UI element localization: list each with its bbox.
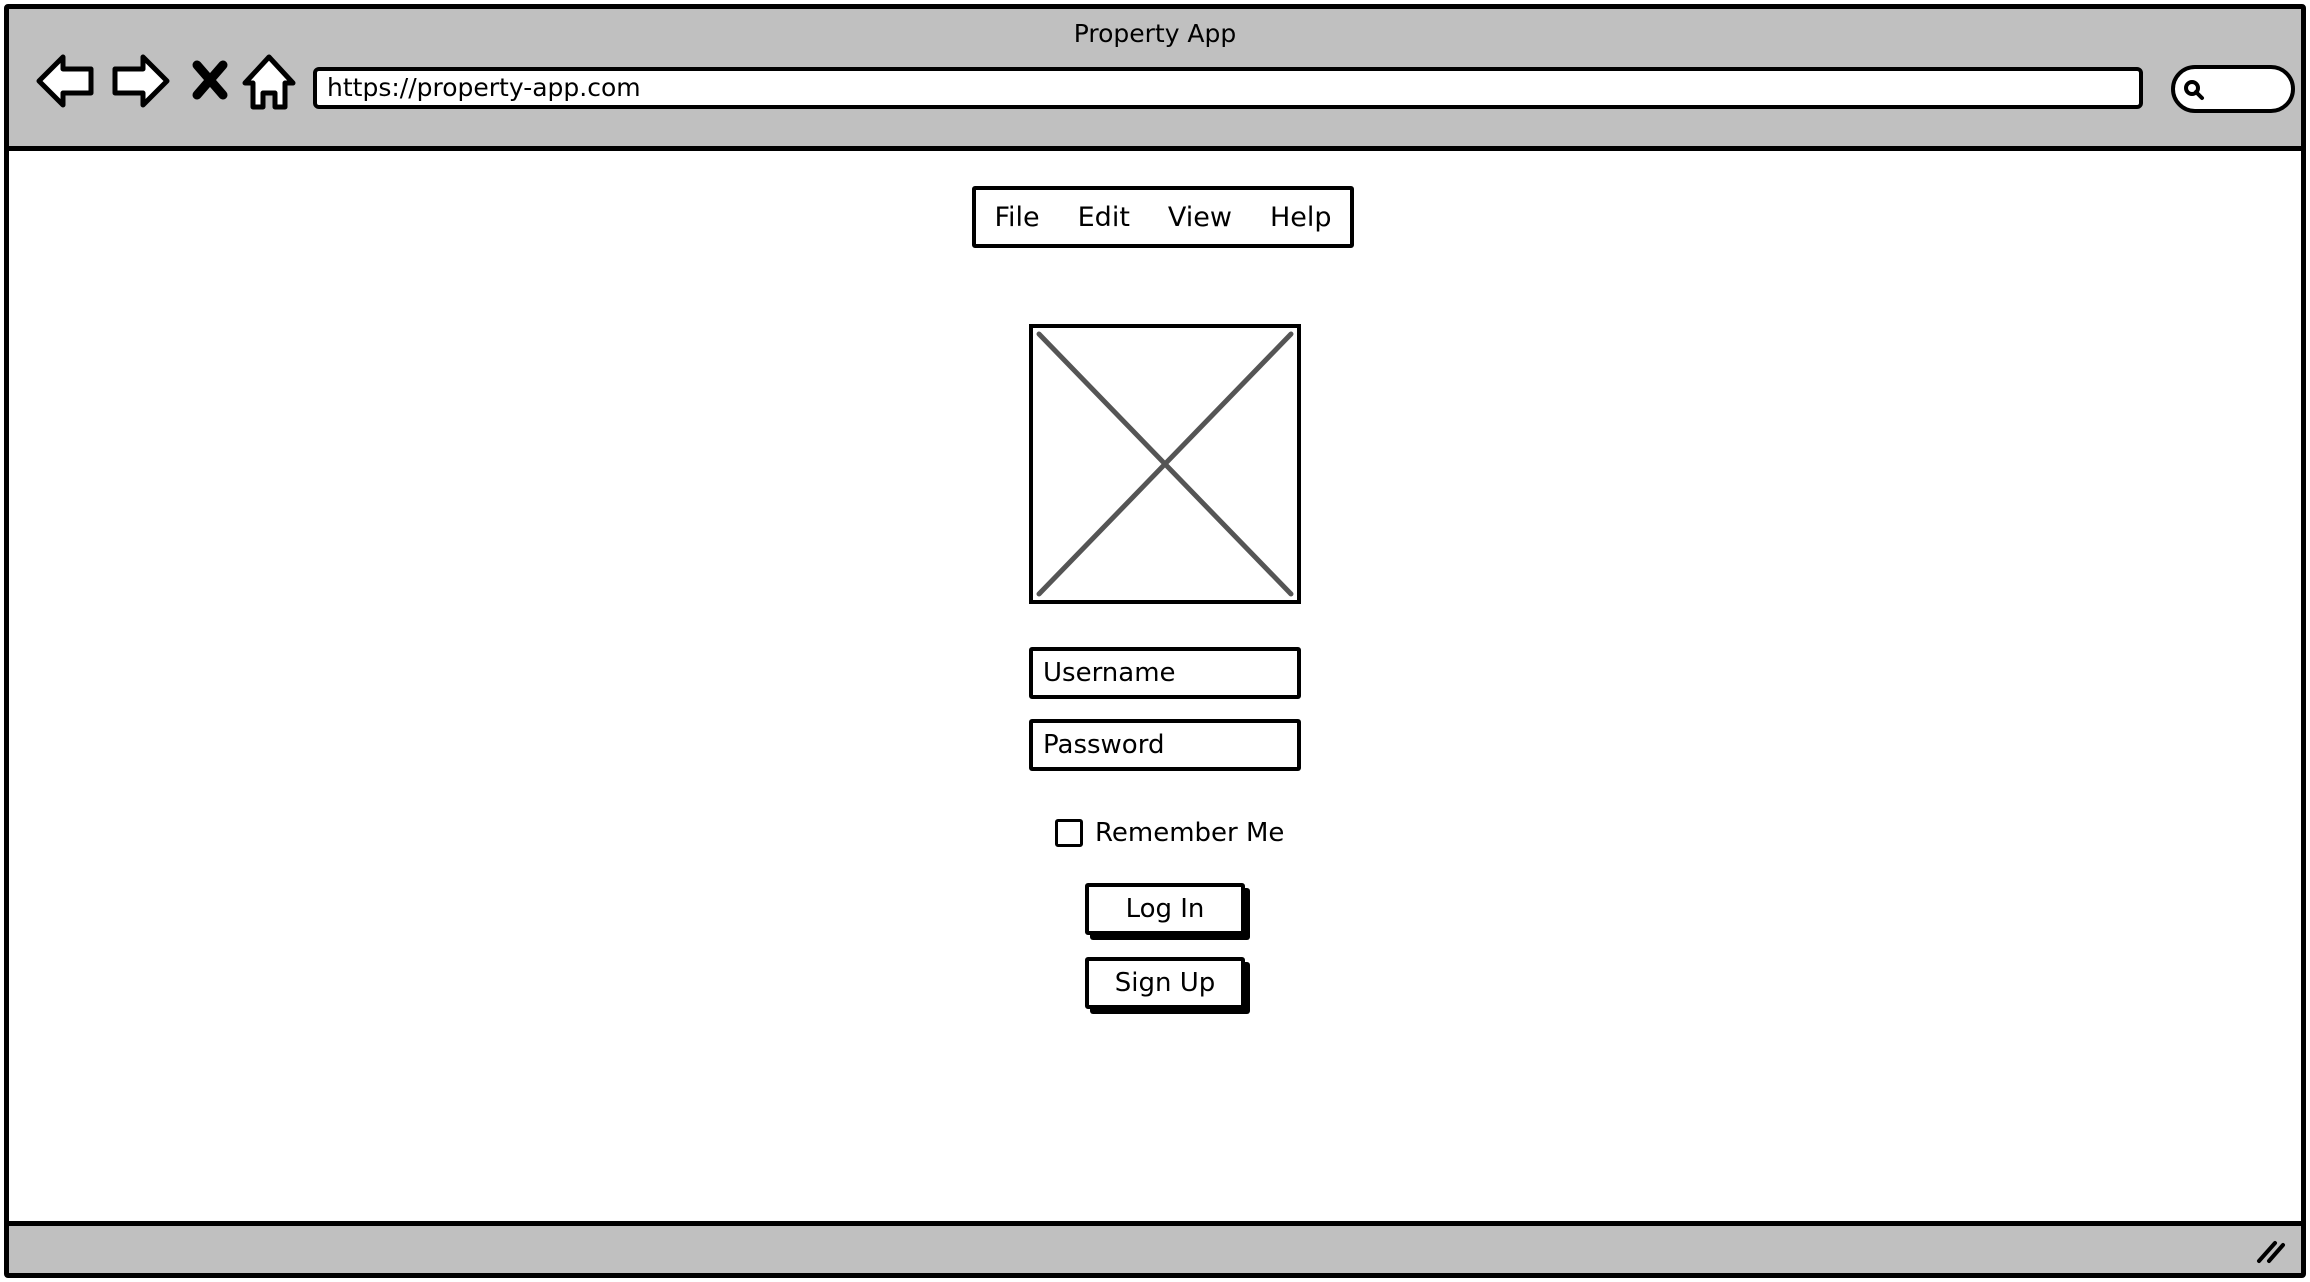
search-icon bbox=[2184, 80, 2204, 100]
menu-item-edit[interactable]: Edit bbox=[1078, 202, 1130, 233]
search-field[interactable] bbox=[2171, 65, 2295, 113]
login-button[interactable]: Log In bbox=[1085, 883, 1245, 935]
back-arrow-icon[interactable] bbox=[35, 49, 97, 113]
menu-bar: File Edit View Help bbox=[972, 186, 1354, 248]
remember-me-label: Remember Me bbox=[1095, 818, 1285, 848]
browser-window: Property App https://property-app.com Fi… bbox=[4, 4, 2306, 1278]
home-icon[interactable] bbox=[241, 49, 297, 113]
username-field[interactable] bbox=[1029, 647, 1301, 699]
menu-item-help[interactable]: Help bbox=[1270, 202, 1332, 233]
status-bar bbox=[9, 1221, 2301, 1273]
stop-icon[interactable] bbox=[185, 49, 235, 113]
forward-arrow-icon[interactable] bbox=[109, 49, 171, 113]
menu-item-view[interactable]: View bbox=[1168, 202, 1232, 233]
remember-me[interactable]: Remember Me bbox=[1055, 815, 1284, 851]
remember-me-checkbox[interactable] bbox=[1055, 819, 1083, 847]
signup-button[interactable]: Sign Up bbox=[1085, 957, 1245, 1009]
password-field[interactable] bbox=[1029, 719, 1301, 771]
menu-item-file[interactable]: File bbox=[994, 202, 1039, 233]
address-bar[interactable]: https://property-app.com bbox=[313, 67, 2143, 109]
logo-image-placeholder bbox=[1029, 324, 1301, 604]
window-title: Property App bbox=[1073, 19, 1237, 48]
resize-grip-icon[interactable] bbox=[2253, 1235, 2287, 1265]
browser-toolbar: Property App https://property-app.com bbox=[9, 9, 2301, 151]
